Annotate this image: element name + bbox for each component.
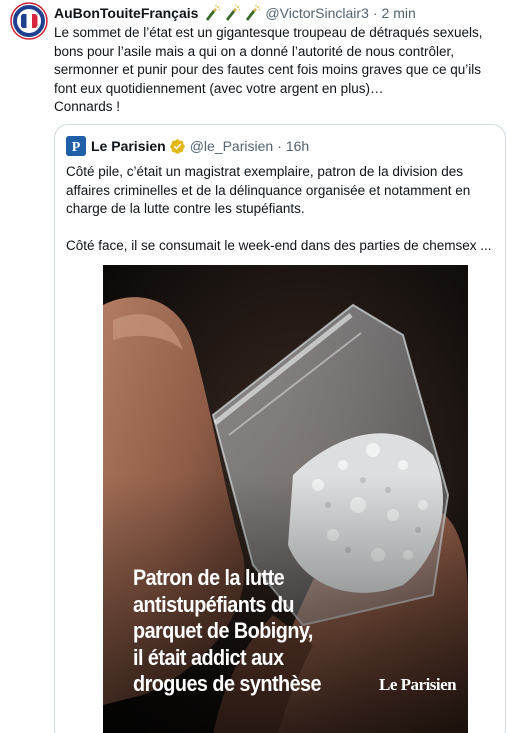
quoted-author-avatar[interactable]: P <box>66 136 86 156</box>
verified-gold-badge-icon <box>169 138 186 155</box>
quoted-header-separator: · <box>277 138 282 154</box>
quoted-avatar-letter: P <box>72 140 81 155</box>
author-name[interactable]: AuBonTouiteFrançais <box>54 5 198 21</box>
author-avatar[interactable] <box>10 2 48 40</box>
bottle-popping-icon <box>226 4 241 21</box>
emoji-group <box>203 4 261 22</box>
quoted-author-name[interactable]: Le Parisien <box>91 138 166 154</box>
quoted-tweet[interactable]: P Le Parisien @le_Parisien · 16h Côté pi… <box>54 124 506 733</box>
bottle-popping-icon <box>246 4 261 21</box>
quoted-author-handle[interactable]: @le_Parisien <box>190 138 273 154</box>
author-handle[interactable]: @VictorSinclair3 <box>265 5 368 21</box>
le-parisien-logo-icon: P <box>66 136 86 156</box>
tweet-text: Le sommet de l’état est un gigantesque t… <box>54 25 483 114</box>
image-logo: Le Parisien <box>379 675 457 694</box>
bottle-popping-icon <box>206 4 221 21</box>
quoted-tweet-image[interactable]: Patron de la lutte antistupéfiants du pa… <box>103 265 468 733</box>
header-separator: · <box>372 5 378 21</box>
quoted-tweet-header: P Le Parisien @le_Parisien · 16h <box>66 136 309 156</box>
tweet[interactable]: AuBonTouiteFrançais @VictorSinclair3 · 2… <box>0 0 506 733</box>
quoted-tweet-text: Côté pile, c’était un magistrat exemplai… <box>66 164 492 253</box>
tweet-timestamp[interactable]: 2 min <box>382 5 416 21</box>
tweet-header: AuBonTouiteFrançais @VictorSinclair3 · 2… <box>54 4 416 22</box>
made-in-france-badge-icon <box>10 2 48 40</box>
quoted-tweet-timestamp[interactable]: 16h <box>286 138 309 154</box>
